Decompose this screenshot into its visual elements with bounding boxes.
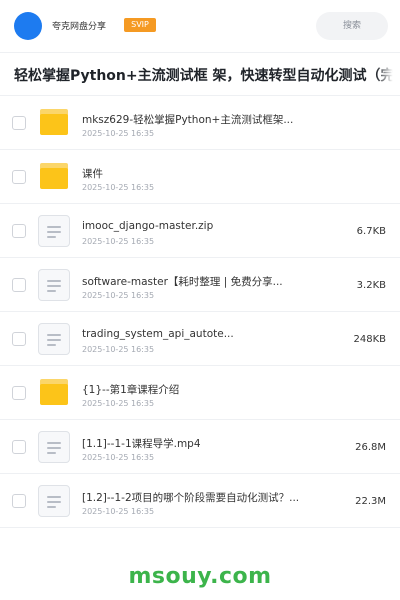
checkbox[interactable]	[12, 224, 26, 238]
file-date: 2025-10-25 16:35	[82, 129, 155, 138]
user-name[interactable]: 夸克网盘分享	[52, 19, 106, 32]
file-name[interactable]: [1.1]--1-1课程导学.mp4	[82, 436, 312, 451]
list-item[interactable]: [1.1]--1-1课程导学.mp4 2025-10-25 16:35 26.8…	[0, 420, 400, 474]
file-name[interactable]: {1}--第1章课程介绍	[82, 382, 312, 397]
file-icon	[38, 215, 70, 247]
checkbox[interactable]	[12, 440, 26, 454]
checkbox[interactable]	[12, 494, 26, 508]
file-date: 2025-10-25 16:35	[82, 237, 155, 246]
file-name[interactable]: software-master【耗时整理 | 免费分享...	[82, 274, 312, 289]
title-fade	[376, 53, 400, 95]
file-size: 6.7KB	[356, 226, 386, 237]
file-name[interactable]: trading_system_api_autote...	[82, 328, 312, 340]
file-list: mksz629-轻松掌握Python+主流测试框架... 2025-10-25 …	[0, 96, 400, 528]
footer: msouy.com	[0, 556, 400, 600]
folder-icon	[40, 109, 68, 135]
folder-icon	[40, 379, 68, 405]
file-date: 2025-10-25 16:35	[82, 399, 155, 408]
file-name[interactable]: 课件	[82, 166, 312, 181]
checkbox[interactable]	[12, 332, 26, 346]
svip-badge: SVIP	[124, 18, 156, 32]
title-bar: 轻松掌握Python+主流测试框 架，快速转型自动化测试（完结）	[0, 52, 400, 96]
file-size: 22.3M	[355, 496, 386, 507]
avatar[interactable]	[14, 12, 42, 40]
file-name[interactable]: imooc_django-master.zip	[82, 220, 312, 232]
list-item[interactable]: [1.2]--1-2项目的哪个阶段需要自动化测试？... 2025-10-25 …	[0, 474, 400, 528]
list-item[interactable]: {1}--第1章课程介绍 2025-10-25 16:35	[0, 366, 400, 420]
file-icon	[38, 485, 70, 517]
file-date: 2025-10-25 16:35	[82, 345, 155, 354]
list-item[interactable]: imooc_django-master.zip 2025-10-25 16:35…	[0, 204, 400, 258]
checkbox[interactable]	[12, 278, 26, 292]
file-date: 2025-10-25 16:35	[82, 507, 155, 516]
checkbox[interactable]	[12, 386, 26, 400]
file-size: 3.2KB	[356, 280, 386, 291]
file-date: 2025-10-25 16:35	[82, 453, 155, 462]
page-title: 轻松掌握Python+主流测试框 架，快速转型自动化测试（完结）	[14, 68, 400, 84]
file-size: 248KB	[353, 334, 386, 345]
file-name[interactable]: [1.2]--1-2项目的哪个阶段需要自动化测试？...	[82, 490, 312, 505]
file-icon	[38, 269, 70, 301]
list-item[interactable]: 课件 2025-10-25 16:35	[0, 150, 400, 204]
file-date: 2025-10-25 16:35	[82, 291, 155, 300]
file-icon	[38, 431, 70, 463]
file-name[interactable]: mksz629-轻松掌握Python+主流测试框架...	[82, 112, 312, 127]
list-item[interactable]: mksz629-轻松掌握Python+主流测试框架... 2025-10-25 …	[0, 96, 400, 150]
checkbox[interactable]	[12, 116, 26, 130]
search-button[interactable]: 搜索	[316, 12, 388, 40]
file-date: 2025-10-25 16:35	[82, 183, 155, 192]
file-icon	[38, 323, 70, 355]
list-item[interactable]: trading_system_api_autote... 2025-10-25 …	[0, 312, 400, 366]
list-item[interactable]: software-master【耗时整理 | 免费分享... 2025-10-2…	[0, 258, 400, 312]
folder-icon	[40, 163, 68, 189]
header: 夸克网盘分享 SVIP 搜索	[0, 0, 400, 52]
checkbox[interactable]	[12, 170, 26, 184]
watermark: msouy.com	[128, 564, 272, 589]
file-size: 26.8M	[355, 442, 386, 453]
